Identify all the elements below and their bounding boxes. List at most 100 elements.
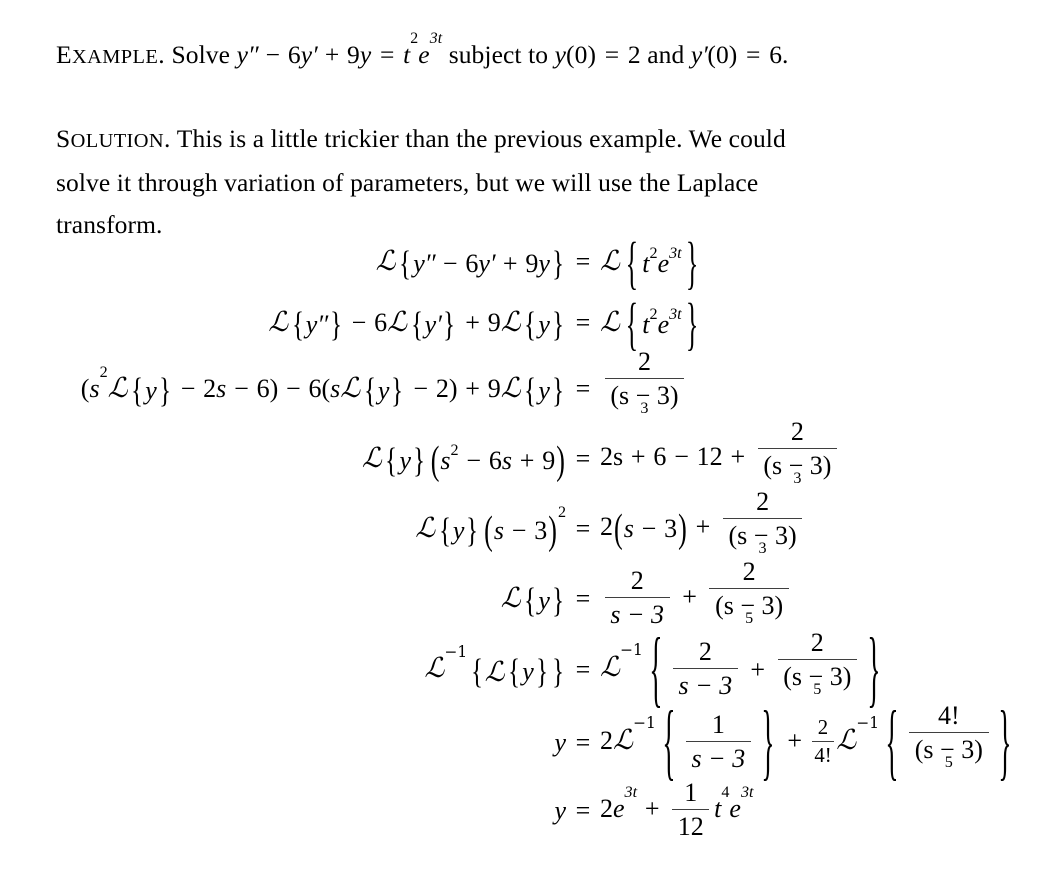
equation-8-lhs: y [554, 728, 566, 757]
script-L-icon: ℒ [415, 511, 436, 544]
fraction-bar [811, 741, 835, 743]
fraction-bar [757, 447, 838, 450]
script-L-inverse-icon: ℒ−1 [836, 713, 880, 756]
fraction: 2 (s − 3) 5 [709, 557, 789, 639]
left-brace-icon: { [885, 693, 899, 790]
eq0-six: 6 [287, 39, 301, 69]
left-brace-icon: { [399, 243, 412, 283]
left-paren-icon: ( [484, 507, 493, 553]
right-paren-icon: ) [548, 507, 557, 553]
eq0-y: y [236, 39, 248, 69]
eq0-y2: y [300, 39, 313, 69]
eq0-equals2: = [604, 39, 620, 69]
fraction-bar [777, 658, 858, 661]
example-subject-to: subject to [448, 39, 549, 69]
equation-3-lhs: (s2ℒ{y} −2s −6) −6(sℒ{y} −2) +9ℒ{y} [80, 364, 564, 410]
fraction-denominator: 4! [814, 744, 832, 768]
equation-row-2: ℒ{y ′′} −6ℒ{y ′} +9ℒ{y} = ℒ{t 2 e 3t} [0, 292, 1047, 354]
solution-paragraph: SOLUTION. This is a little trickier than… [56, 118, 846, 246]
script-L-icon: ℒ [268, 305, 289, 338]
fraction-bar [722, 517, 803, 520]
equation-row-1: ℒ {y ′′ −6 y ′ +9 y} = ℒ{t 2 e 3t} [0, 232, 1047, 293]
fraction-bar [685, 740, 751, 743]
eq0-rparen: ) [587, 39, 597, 69]
equation-7-rhs: ℒ−1{2 s − 3 +2 (s − 3) 5} [600, 625, 886, 711]
equation-4-equals: = [575, 444, 591, 473]
equation-row-4: ℒ{y}(s 2−6 s +9) = 2s +6−12 +2 (s − 3) 3 [0, 417, 1047, 494]
left-brace-icon: { [524, 370, 537, 410]
eq0-zero2: 0 [715, 39, 729, 69]
right-brace-icon: } [391, 370, 404, 410]
right-brace-icon: } [466, 510, 479, 550]
right-paren-icon: ) [556, 437, 565, 483]
example-verb: Solve [171, 39, 231, 69]
equation-4-lhs: ℒ{y}(s 2−6 s +9) [361, 437, 565, 483]
eq0-e: e [418, 39, 430, 69]
equation-5-equals: = [575, 514, 591, 543]
script-L-icon: ℒ [500, 371, 521, 404]
equation-7-lhs: ℒ−1{ℒ{y}} [424, 642, 564, 691]
equation-row-9: y = 2e3t+ 1 12 t4e3t [0, 777, 1047, 842]
eq0-yprime-init: y [690, 39, 703, 69]
left-brace-icon: { [508, 651, 521, 691]
fraction-bar [604, 596, 670, 599]
equation-3-equals: = [575, 374, 591, 403]
script-L-icon: ℒ [600, 244, 620, 277]
equation-block: ℒ {y ′′ −6 y ′ +9 y} = ℒ{t 2 e 3t} ℒ{y ′′} −6ℒ{y ′} +9… [0, 232, 1047, 842]
script-L-icon: ℒ [107, 371, 128, 404]
equation-row-6: ℒ{y} = 2s − 3 +2 (s − 3) 5 [0, 557, 1047, 634]
eq0-minus: − [265, 39, 281, 69]
script-L-inverse-icon: ℒ−1 [613, 713, 656, 756]
equation-row-3: (s2ℒ{y} −2s −6) −6(sℒ{y} −2) +9ℒ{y} = 2 (s − 3… [0, 347, 1047, 424]
fraction-denominator: 12 [677, 812, 704, 842]
script-L-icon: ℒ [600, 305, 620, 338]
equation-8-rhs: 2ℒ−1{1 s − 3} +2 4! ℒ−1{4! (s − 3) 5} [600, 693, 1017, 790]
right-brace-icon: } [685, 230, 699, 296]
script-L-icon: ℒ [387, 305, 407, 338]
eq0-double-prime: ′′ [247, 39, 259, 69]
equation-6-rhs: 2s − 3 +2 (s − 3) 5 [600, 557, 794, 640]
right-brace-icon: } [552, 580, 564, 620]
equation-9-lhs: y [554, 796, 566, 825]
brace-group: {y ′′ −6 y ′ +9 y} [399, 243, 564, 283]
left-brace-icon: { [625, 291, 639, 357]
fraction-bar [909, 731, 989, 734]
equation-5-lhs: ℒ{y}(s −3) 2 [415, 504, 566, 553]
eq0-equals3: = [746, 39, 761, 69]
eq0-nine: 9 [347, 39, 360, 69]
equation-2-equals: = [575, 308, 591, 337]
fraction-denominator: s − 3 [678, 671, 733, 701]
right-brace-icon: } [552, 651, 564, 691]
left-brace-icon: { [385, 440, 398, 480]
right-brace-icon: } [761, 693, 775, 790]
right-paren-icon: ) [678, 505, 687, 551]
equation-1-rhs: ℒ{t 2 e 3t} [600, 234, 702, 293]
eq0-two: 2 [627, 39, 641, 69]
example-paragraph: EXAMPLE. Solve y′′ −6y′ +9y = t2e3t subject … [56, 31, 846, 78]
equation-8-equals: = [575, 728, 591, 757]
script-L-icon: ℒ [361, 441, 382, 474]
fraction: 2 (s − 3) 3 [604, 347, 685, 429]
left-brace-icon: { [524, 580, 537, 620]
equation-row-8: y = 2ℒ−1{1 s − 3} +2 4! ℒ−1{4! (s − 3) 5} [0, 698, 1047, 784]
left-brace-icon: { [131, 370, 144, 410]
eq0-six-init: 6 [769, 39, 783, 69]
equation-1-equals: = [575, 247, 591, 276]
fraction: 1 12 [672, 778, 710, 842]
document-page: EXAMPLE. Solve y′′ −6y′ +9y = t2e3t subject … [0, 0, 1047, 876]
eq0-e-exponent: 3t [429, 30, 443, 48]
eq0-y3: y [359, 39, 372, 69]
fraction: 4! (s − 3) 5 [909, 701, 989, 783]
eq0-equals: = [379, 39, 395, 69]
equation-9-rhs: 2e3t+ 1 12 t4e3t [600, 777, 754, 842]
left-brace-icon: { [363, 370, 376, 410]
fraction-denominator: (s − 3) 3 [610, 381, 679, 418]
right-brace-icon: } [443, 304, 456, 344]
equation-6-equals: = [575, 584, 591, 613]
equation-3-rhs: 2 (s − 3) 3 [600, 347, 689, 430]
right-brace-icon: } [413, 440, 425, 480]
eq0-lparen2: ( [707, 39, 716, 69]
left-paren-icon: ( [614, 505, 623, 551]
left-brace-icon: { [524, 304, 537, 344]
left-brace-icon: { [291, 304, 304, 344]
